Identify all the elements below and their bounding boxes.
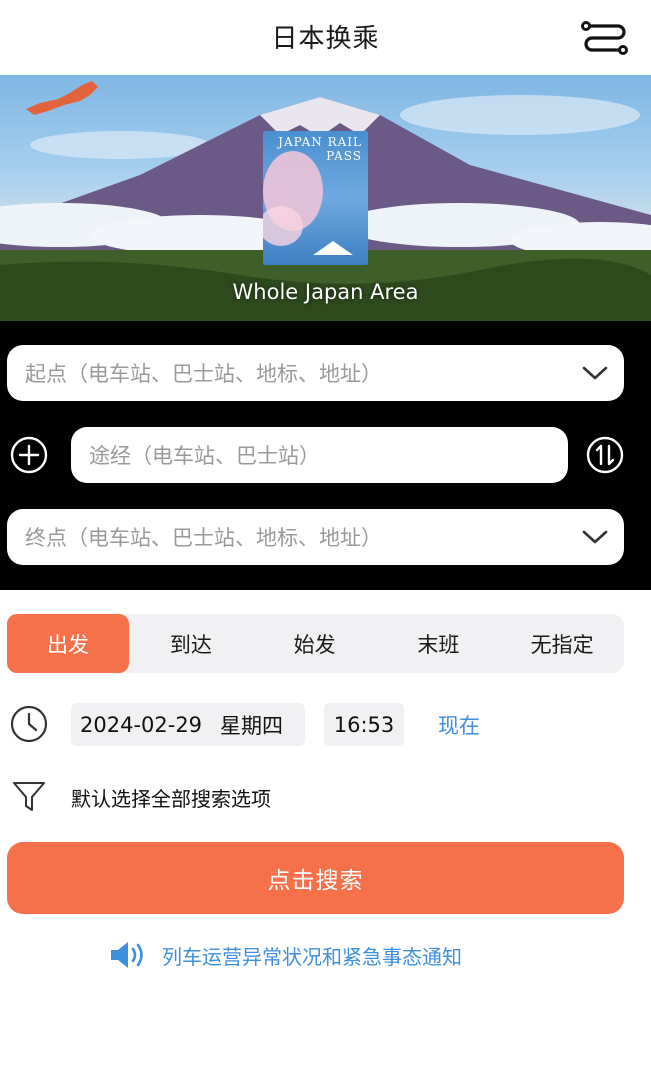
search-mode-tabs: 出发 到达 始发 末班 无指定 [7,614,624,673]
chevron-down-icon[interactable] [582,363,608,383]
japan-rail-pass-card: JAPAN RAIL PASS [263,131,368,265]
search-panel: 起点（电车站、巴士站、地标、地址） 途经（电车站、巴士站） 终点（电车站、巴士站… [0,321,651,590]
area-label: Whole Japan Area [232,280,419,304]
tab-arrival[interactable]: 到达 [129,614,253,673]
header: 日本换乘 [0,0,651,75]
via-input[interactable]: 途经（电车站、巴士站） [71,427,568,483]
speaker-icon [111,942,143,968]
via-placeholder: 途经（电车站、巴士站） [89,444,320,468]
chevron-down-icon[interactable] [582,527,608,547]
app-root: 日本换乘 JAPAN RAIL PASS Whole Japan Area 起点… [0,0,651,1083]
tab-unspecified[interactable]: 无指定 [500,614,624,673]
tab-first-train[interactable]: 始发 [253,614,377,673]
route-menu-icon[interactable] [578,18,632,58]
destination-placeholder: 终点（电车站、巴士站、地标、地址） [25,526,382,550]
notice-text: 列车运营异常状况和紧急事态通知 [162,944,462,969]
service-notice-link[interactable]: 列车运营异常状况和紧急事态通知 [108,938,462,972]
add-via-icon[interactable] [9,435,49,475]
clock-icon [9,704,49,744]
time-picker[interactable]: 16:53 [324,703,404,746]
weekday-value: 星期四 [220,713,284,738]
filter-icon[interactable] [11,778,47,814]
page-title: 日本换乘 [271,24,380,54]
origin-input[interactable]: 起点（电车站、巴士站、地标、地址） [7,345,624,401]
destination-input[interactable]: 终点（电车站、巴士站、地标、地址） [7,509,624,565]
cherry-blossom-icon [263,151,353,255]
now-button[interactable]: 现在 [438,710,480,740]
date-value: 2024-02-29 [80,712,203,737]
origin-placeholder: 起点（电车站、巴士站、地标、地址） [25,362,382,386]
banner-image[interactable]: JAPAN RAIL PASS Whole Japan Area [0,75,651,321]
search-options-label[interactable]: 默认选择全部搜索选项 [71,783,271,812]
search-button[interactable]: 点击搜索 [7,842,624,914]
swap-icon[interactable] [585,435,625,475]
tab-departure[interactable]: 出发 [7,614,129,673]
tab-last-train[interactable]: 末班 [377,614,501,673]
date-picker[interactable]: 2024-02-29 星期四 [71,703,305,746]
